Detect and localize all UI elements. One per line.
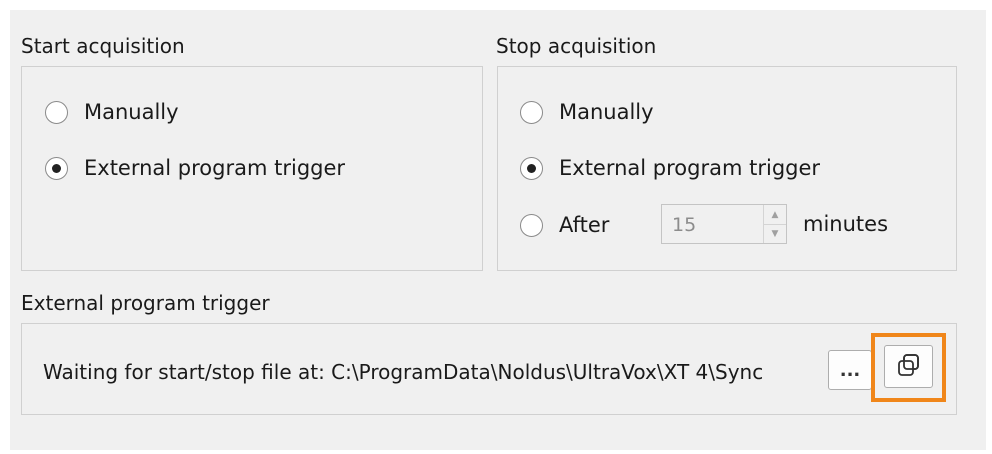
start-external-trigger-radio[interactable]: [45, 156, 68, 180]
stop-external-trigger-label: External program trigger: [559, 156, 821, 180]
stop-manually-label: Manually: [559, 100, 654, 124]
start-manually-option[interactable]: Manually: [45, 100, 179, 124]
stop-acquisition-title: Stop acquisition: [496, 34, 657, 58]
minutes-spinbox[interactable]: 15 ▲ ▼: [661, 204, 787, 244]
spin-down-icon[interactable]: ▼: [764, 224, 786, 243]
minutes-value[interactable]: 15: [672, 214, 696, 236]
start-acquisition-title: Start acquisition: [21, 34, 185, 58]
browse-button[interactable]: ...: [828, 350, 872, 390]
minutes-unit-label: minutes: [803, 212, 889, 236]
copy-icon: [896, 353, 922, 381]
external-trigger-title: External program trigger: [21, 291, 270, 315]
stop-external-trigger-option[interactable]: External program trigger: [520, 156, 820, 180]
sync-path-status: Waiting for start/stop file at: C:\Progr…: [43, 360, 764, 384]
stop-after-label: After: [559, 213, 610, 237]
stop-manually-radio[interactable]: [520, 100, 543, 124]
start-manually-label: Manually: [84, 100, 179, 124]
spin-buttons: ▲ ▼: [763, 205, 786, 243]
stop-manually-option[interactable]: Manually: [520, 100, 654, 124]
stop-after-radio[interactable]: [520, 213, 543, 237]
start-external-trigger-option[interactable]: External program trigger: [45, 156, 345, 180]
spin-up-icon[interactable]: ▲: [764, 205, 786, 225]
stop-after-option[interactable]: After: [520, 213, 609, 237]
stop-external-trigger-radio[interactable]: [520, 156, 543, 180]
start-manually-radio[interactable]: [45, 100, 68, 124]
copy-path-button[interactable]: [884, 345, 933, 388]
start-external-trigger-label: External program trigger: [84, 156, 346, 180]
